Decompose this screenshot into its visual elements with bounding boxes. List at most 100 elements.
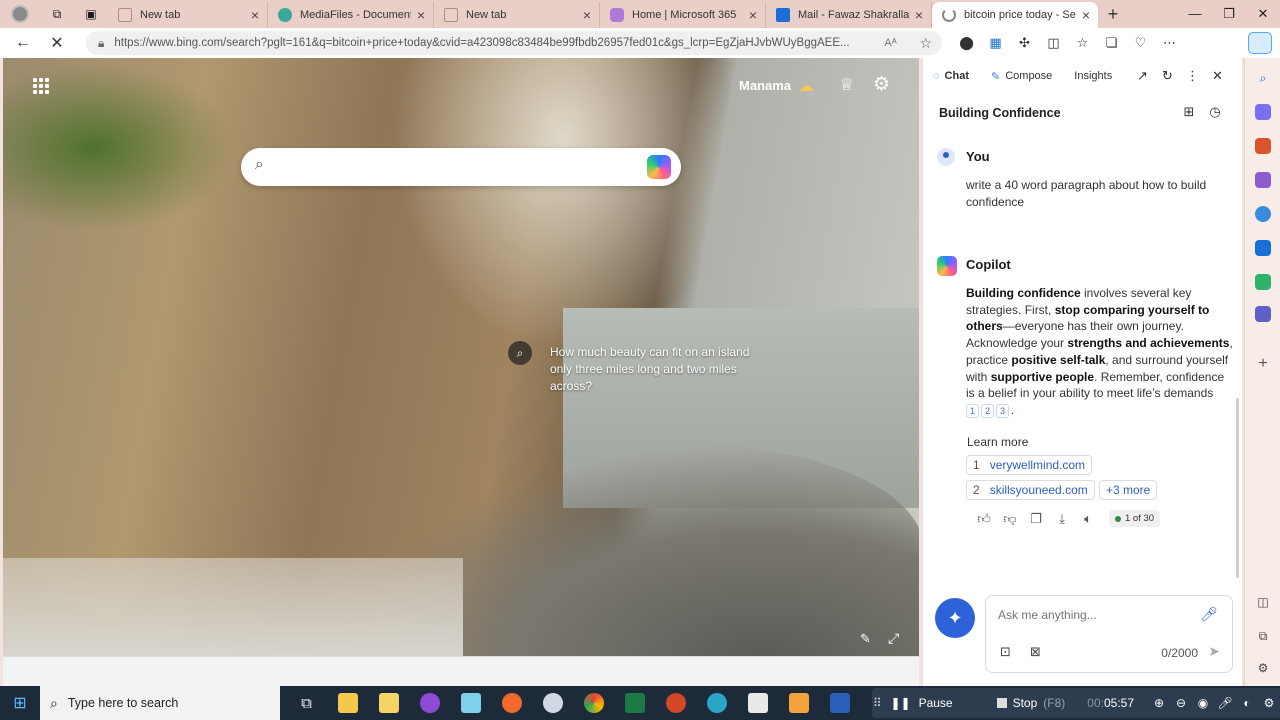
add-sidebar-app-icon[interactable]: + (1255, 356, 1271, 372)
collections-icon[interactable]: ❏ (1097, 35, 1126, 51)
tab-mail[interactable]: Mail - Fawaz Shakralla - ( × (766, 2, 932, 28)
refresh-icon[interactable]: ↻ (1155, 68, 1180, 84)
external-link-icon[interactable]: ⧉ (1255, 628, 1271, 644)
outlook-sidebar-icon[interactable] (1255, 240, 1271, 256)
favorite-star-icon[interactable]: ☆ (919, 35, 932, 52)
plugins-icon[interactable]: ⊞ (1176, 104, 1202, 120)
weather-icon[interactable]: ☁︎ (798, 76, 814, 96)
favorites-icon[interactable]: ☆ (1068, 35, 1097, 51)
tab-new-tab-1[interactable]: New tab × (108, 2, 268, 28)
calculator-icon[interactable] (368, 686, 409, 720)
close-tab-icon[interactable]: × (749, 7, 757, 23)
download-icon[interactable]: ⤓ (1049, 511, 1075, 527)
browser-essentials-icon[interactable]: ♡ (1126, 35, 1155, 51)
close-tab-icon[interactable]: × (251, 7, 259, 23)
stop-button[interactable]: Stop (F8) (996, 696, 1065, 710)
back-icon[interactable]: ← (8, 34, 38, 52)
vertical-tabs-icon[interactable]: ▣ (74, 0, 108, 28)
read-aloud-icon[interactable]: Aᴬ (884, 37, 896, 49)
teams-icon[interactable] (1255, 306, 1271, 322)
citation-2[interactable]: 2 (981, 403, 995, 418)
thumbs-down-icon[interactable]: 👎︎ (997, 511, 1023, 527)
tab-compose[interactable]: ✎ Compose (991, 70, 1052, 83)
restore-icon[interactable]: ❐ (1212, 0, 1246, 28)
stop-loading-icon[interactable]: ✕ (42, 33, 72, 53)
drag-handle-icon[interactable]: ⠿ (872, 696, 882, 710)
edge-icon[interactable] (696, 686, 737, 720)
copilot-icon[interactable] (647, 155, 671, 179)
sidebar-settings-icon[interactable]: ⚙︎ (1255, 660, 1271, 676)
workspaces-icon[interactable]: ⧉ (40, 0, 74, 28)
search-box[interactable]: ⌕ (241, 148, 681, 186)
extension-icon[interactable]: ⬤ (952, 35, 981, 51)
source-link-2[interactable]: 2 skillsyouneed.com (966, 480, 1095, 500)
download-wallpaper-icon[interactable]: ✎ (860, 631, 871, 647)
taskbar-search[interactable]: ⌕ Type here to search (40, 686, 280, 720)
drop-icon[interactable] (1255, 274, 1271, 290)
minimize-icon[interactable]: — (1178, 0, 1212, 28)
webcam-icon[interactable]: ◐ (1236, 696, 1258, 710)
close-tab-icon[interactable]: × (915, 7, 923, 23)
games-icon[interactable] (1255, 172, 1271, 188)
new-extension-icon[interactable]: ▦ (981, 35, 1010, 51)
chat-input[interactable] (998, 608, 1198, 622)
chrome-icon[interactable] (573, 686, 614, 720)
search-input[interactable] (285, 158, 625, 174)
hide-sidebar-icon[interactable]: ◫ (1255, 594, 1271, 610)
tools-icon[interactable] (1255, 138, 1271, 154)
microphone-icon[interactable]: 🎤︎ (1214, 696, 1236, 710)
read-aloud-speaker-icon[interactable]: 🔈︎ (1075, 511, 1101, 527)
tab-microsoft-365[interactable]: Home | Microsoft 365 × (600, 2, 766, 28)
windows-start-icon[interactable]: ⊞ (0, 693, 40, 713)
open-in-new-tab-icon[interactable]: ↗ (1130, 68, 1155, 84)
copy-icon[interactable]: ❐ (1023, 511, 1049, 527)
image-trivia-text[interactable]: How much beauty can fit on an island onl… (550, 344, 750, 395)
close-tab-icon[interactable]: × (417, 7, 425, 23)
close-tab-icon[interactable]: × (1082, 7, 1090, 23)
microphone-icon[interactable]: 🎤︎ (1200, 606, 1218, 623)
profile-button[interactable] (0, 0, 40, 28)
tab-insights[interactable]: Insights (1074, 70, 1112, 82)
more-menu-icon[interactable]: ⋯ (1155, 35, 1184, 51)
excel-icon[interactable] (614, 686, 655, 720)
new-tab-button[interactable]: + (1098, 4, 1128, 25)
new-topic-button[interactable]: ✦ (935, 598, 975, 638)
zoom-in-icon[interactable]: ⊕ (1148, 696, 1170, 710)
source-link-1[interactable]: 1 verywellmind.com (966, 455, 1093, 475)
expand-icon[interactable]: ⤢ (888, 630, 899, 647)
url-text[interactable]: https://www.bing.com/search?pglt=161&q=b… (114, 37, 874, 49)
history-icon[interactable]: ◷ (1202, 104, 1228, 120)
close-window-icon[interactable]: ✕ (1246, 0, 1280, 28)
sticky-notes-icon[interactable] (737, 686, 778, 720)
more-sources-button[interactable]: +3 more (1099, 480, 1158, 500)
eye-icon[interactable]: ◉ (1192, 696, 1214, 710)
image-info-search-icon[interactable]: ⌕ (508, 341, 532, 365)
app-purple-icon[interactable] (409, 686, 450, 720)
tab-mediafiles[interactable]: MediaFiles - Documents × (268, 2, 434, 28)
split-screen-icon[interactable]: ◫ (1039, 35, 1068, 51)
powerpoint-icon[interactable] (655, 686, 696, 720)
screenshot-icon[interactable]: ⊠ (1030, 644, 1041, 660)
rewards-trophy-icon[interactable]: ♕ (839, 75, 854, 95)
settings-gear-icon[interactable]: ⚙︎ (873, 73, 890, 96)
apps-grid-icon[interactable] (33, 78, 49, 94)
send-icon[interactable]: ➤ (1208, 643, 1220, 660)
close-panel-icon[interactable]: ✕ (1205, 68, 1230, 84)
tag-icon[interactable] (1255, 104, 1271, 120)
app-orange-icon[interactable] (778, 686, 819, 720)
search-sidebar-icon[interactable]: ⌕ (1255, 70, 1271, 86)
firefox-icon[interactable] (491, 686, 532, 720)
microsoft-365-icon[interactable] (1255, 206, 1271, 222)
more-options-icon[interactable]: ⋮ (1180, 68, 1205, 84)
tab-bing-search[interactable]: bitcoin price today - Sear × (932, 2, 1098, 28)
recorder-settings-icon[interactable]: ⚙︎ (1258, 696, 1280, 710)
tab-chat[interactable]: ◌ Chat (933, 70, 969, 82)
copilot-sidebar-button[interactable] (1248, 32, 1272, 54)
citation-3[interactable]: 3 (996, 403, 1010, 418)
pause-button[interactable]: ❚❚ Pause (890, 696, 952, 710)
zoom-out-icon[interactable]: ⊖ (1170, 696, 1192, 710)
app-note-icon[interactable] (450, 686, 491, 720)
thumbs-up-icon[interactable]: 👍︎ (971, 511, 997, 527)
extensions-puzzle-icon[interactable]: ✣ (1010, 35, 1039, 51)
close-tab-icon[interactable]: × (583, 7, 591, 23)
